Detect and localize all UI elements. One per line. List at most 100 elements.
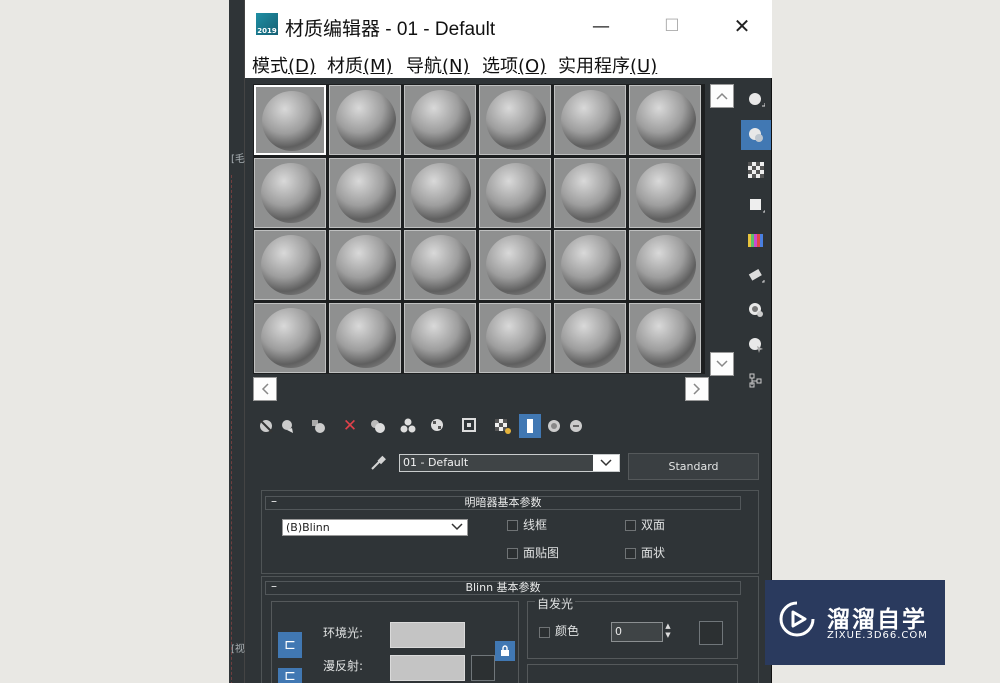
sample-slot[interactable] <box>554 85 626 155</box>
self-illum-color-label: 颜色 <box>555 624 580 638</box>
shader-type-dropdown[interactable]: (B)Blinn <box>282 519 468 536</box>
faceted-label: 面状 <box>641 546 666 560</box>
self-illum-spinner[interactable]: ▲ ▼ <box>663 622 673 642</box>
select-by-material-icon[interactable] <box>741 330 771 360</box>
make-unique-icon[interactable] <box>397 414 419 438</box>
sample-slot[interactable] <box>629 85 701 155</box>
sample-slot[interactable] <box>329 302 401 373</box>
sample-slot[interactable] <box>404 230 476 300</box>
sample-slot[interactable] <box>254 85 326 155</box>
go-to-parent-icon[interactable] <box>543 414 565 438</box>
material-type-button[interactable]: Standard <box>628 453 759 480</box>
sample-slot[interactable] <box>254 230 326 300</box>
scroll-right-button[interactable] <box>685 377 709 401</box>
maximize-button[interactable]: ☐ <box>649 8 695 44</box>
show-map-in-viewport-icon[interactable] <box>491 414 513 438</box>
sample-slot[interactable] <box>479 230 551 300</box>
minimize-button[interactable]: — <box>578 8 624 44</box>
diffuse-label: 漫反射: <box>323 659 364 673</box>
material-map-navigator-icon[interactable] <box>741 365 771 395</box>
self-illum-color-checkbox[interactable] <box>539 627 550 638</box>
scroll-left-button[interactable] <box>253 377 277 401</box>
scroll-up-button[interactable] <box>710 84 734 108</box>
backlight-icon[interactable] <box>741 120 771 150</box>
sample-slot[interactable] <box>554 302 626 373</box>
material-name-field[interactable]: 01 - Default <box>399 454 620 472</box>
sample-slot[interactable] <box>404 85 476 155</box>
sample-slot-grid <box>253 84 705 374</box>
sample-slot[interactable] <box>254 302 326 373</box>
pick-material-eyedropper-icon[interactable] <box>369 454 389 474</box>
menu-mode[interactable]: 模式(D) <box>252 52 316 78</box>
two-sided-label: 双面 <box>641 518 666 532</box>
sample-slot[interactable] <box>629 230 701 300</box>
sample-slot[interactable] <box>329 230 401 300</box>
scroll-down-button[interactable] <box>710 352 734 376</box>
video-color-check-icon[interactable] <box>741 225 771 255</box>
watermark-title: 溜溜自学 <box>827 607 927 633</box>
sample-slot[interactable] <box>554 157 626 228</box>
material-toolbar: ✕ <box>253 414 613 440</box>
diffuse-map-button[interactable] <box>471 655 495 681</box>
sample-uv-tiling-icon[interactable] <box>741 190 771 220</box>
sample-slot[interactable] <box>479 85 551 155</box>
ambient-color-swatch[interactable] <box>390 622 465 648</box>
sample-slot[interactable] <box>404 157 476 228</box>
put-to-library-icon[interactable] <box>427 414 449 438</box>
menu-material[interactable]: 材质(M) <box>327 52 393 78</box>
sample-slot[interactable] <box>479 157 551 228</box>
lock-ambient-diffuse-icon[interactable]: ⊏ <box>278 632 302 658</box>
watermark-subtitle: ZIXUE.3D66.COM <box>827 630 928 641</box>
wire-checkbox[interactable] <box>507 520 518 531</box>
viewport-label: [毛 <box>231 154 245 165</box>
material-editor-window: 2019 材质编辑器 - 01 - Default — ☐ ✕ 模式(D) 材质… <box>245 0 772 683</box>
put-to-scene-icon[interactable] <box>277 414 299 438</box>
menu-utilities[interactable]: 实用程序(U) <box>558 52 657 78</box>
two-sided-checkbox[interactable] <box>625 520 636 531</box>
self-illum-amount-field[interactable]: 0 <box>611 622 663 642</box>
chevron-down-icon <box>451 520 463 535</box>
specular-group <box>527 664 738 683</box>
sample-slot[interactable] <box>329 85 401 155</box>
lock-icon[interactable] <box>495 641 515 661</box>
options-icon[interactable] <box>741 295 771 325</box>
material-id-channel-icon[interactable] <box>459 414 481 438</box>
menu-options[interactable]: 选项(O) <box>482 52 546 78</box>
close-button[interactable]: ✕ <box>719 8 765 44</box>
assign-material-icon[interactable] <box>307 414 329 438</box>
make-copy-icon[interactable] <box>367 414 389 438</box>
viewport-border <box>231 175 243 683</box>
sample-slot[interactable] <box>479 302 551 373</box>
get-material-icon[interactable] <box>255 414 277 438</box>
sample-slot[interactable] <box>629 157 701 228</box>
faceted-checkbox[interactable] <box>625 548 636 559</box>
menu-navigation[interactable]: 导航(N) <box>406 52 470 78</box>
show-end-result-icon[interactable] <box>519 414 541 438</box>
face-map-checkbox[interactable] <box>507 548 518 559</box>
make-preview-icon[interactable] <box>741 260 771 290</box>
face-map-label: 面贴图 <box>523 546 560 560</box>
play-logo-icon <box>779 601 815 637</box>
sample-slot[interactable] <box>254 157 326 228</box>
sample-slot[interactable] <box>554 230 626 300</box>
sample-slot[interactable] <box>404 302 476 373</box>
chevron-down-icon[interactable] <box>593 455 619 471</box>
self-illum-map-button[interactable] <box>699 621 723 645</box>
reset-map-delete-icon[interactable]: ✕ <box>339 414 361 438</box>
viewport-label: [视 <box>231 644 245 655</box>
title-bar[interactable]: 2019 材质编辑器 - 01 - Default — ☐ ✕ <box>245 0 772 50</box>
shader-rollout-header[interactable]: – 明暗器基本参数 <box>265 494 741 510</box>
sample-slot[interactable] <box>329 157 401 228</box>
blinn-rollout-header[interactable]: – Blinn 基本参数 <box>265 579 741 595</box>
shader-rollout-title: 明暗器基本参数 <box>464 496 542 509</box>
checker-background-icon[interactable] <box>741 155 771 185</box>
diffuse-color-swatch[interactable] <box>390 655 465 681</box>
app-icon: 2019 <box>256 13 278 35</box>
sample-type-sphere-icon[interactable] <box>741 85 771 115</box>
self-illum-title: 自发光 <box>535 595 576 612</box>
go-forward-sibling-icon[interactable] <box>565 414 587 438</box>
sample-slot[interactable] <box>629 302 701 373</box>
vertical-scrollbar[interactable] <box>711 110 735 350</box>
window-title: 材质编辑器 - 01 - Default <box>285 19 496 40</box>
lock-diffuse-specular-icon[interactable]: ⊏ <box>278 668 302 683</box>
